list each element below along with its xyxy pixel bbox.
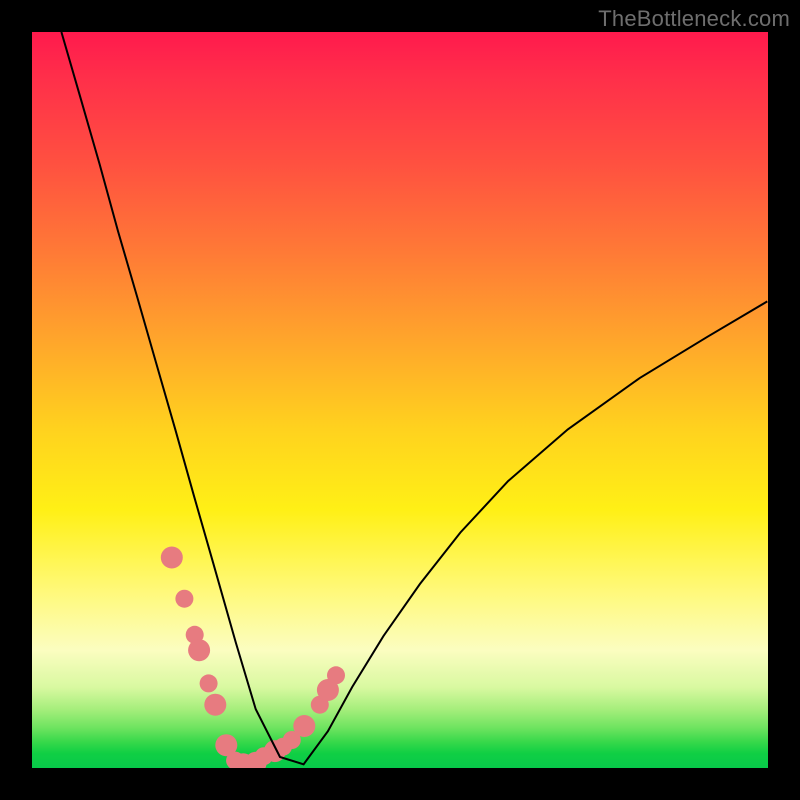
data-point — [293, 715, 315, 737]
chart-svg — [32, 32, 768, 768]
bottleneck-curve — [61, 32, 767, 764]
data-point — [161, 547, 183, 569]
chart-frame: TheBottleneck.com — [0, 0, 800, 800]
watermark-text: TheBottleneck.com — [598, 6, 790, 32]
data-point — [200, 674, 218, 692]
data-point — [204, 694, 226, 716]
data-point — [327, 666, 345, 684]
dots-layer — [161, 547, 345, 769]
plot-area — [32, 32, 768, 768]
data-point — [175, 590, 193, 608]
data-point — [188, 639, 210, 661]
